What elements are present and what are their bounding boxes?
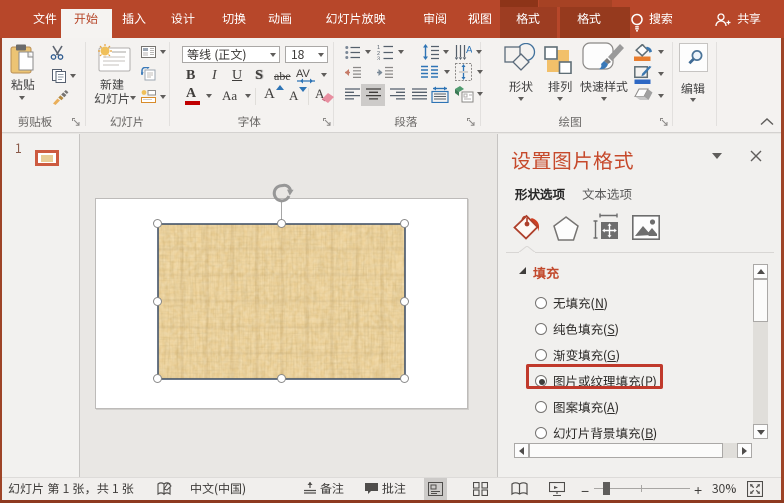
svg-text:AV: AV (296, 68, 311, 80)
svg-text:A: A (466, 45, 472, 56)
svg-text:3: 3 (377, 57, 380, 61)
